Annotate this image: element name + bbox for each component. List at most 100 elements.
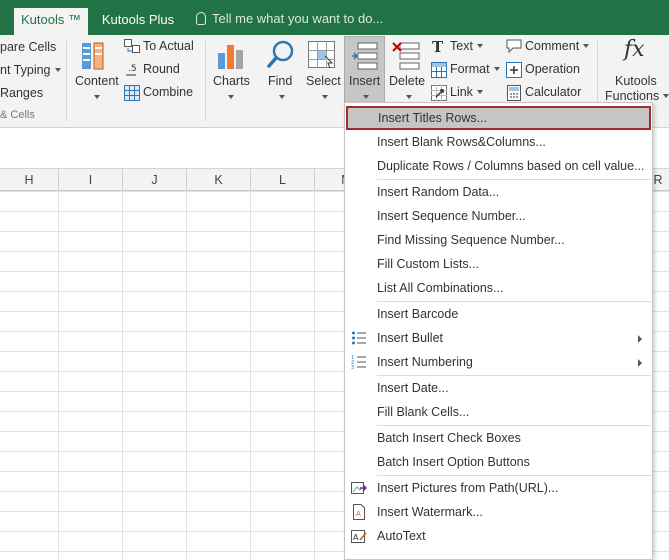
- operation-icon: [506, 62, 522, 78]
- menu-item-insert-random-data[interactable]: Insert Random Data...: [345, 180, 652, 204]
- ribbon-separator: [66, 41, 67, 121]
- chevron-down-icon: [663, 94, 669, 98]
- comment-icon: [506, 39, 522, 54]
- menu-item-autotext[interactable]: A AutoText: [345, 524, 652, 548]
- kutools-functions-label: Functions: [605, 89, 669, 103]
- round-button[interactable]: Round: [143, 62, 180, 76]
- menu-item-label: Insert Numbering: [377, 355, 473, 369]
- svg-text:A: A: [353, 533, 359, 542]
- tell-me-search[interactable]: Tell me what you want to do...: [196, 11, 383, 26]
- ranges-button[interactable]: Ranges: [0, 86, 43, 100]
- combine-button[interactable]: Combine: [143, 85, 193, 99]
- chevron-down-icon: [322, 95, 328, 99]
- group-label-ranges-cells: & Cells: [0, 109, 35, 121]
- picture-icon: [351, 480, 368, 496]
- menu-item-insert-blank-rows-columns[interactable]: Insert Blank Rows&Columns...: [345, 130, 652, 154]
- content-icon: [81, 41, 111, 71]
- chevron-down-icon: [363, 95, 369, 99]
- menu-item-insert-titles-rows[interactable]: Insert Titles Rows...: [346, 106, 651, 130]
- calculator-button[interactable]: Calculator: [525, 85, 581, 99]
- menu-item-label: AutoText: [377, 529, 426, 543]
- to-actual-icon: [124, 39, 140, 53]
- charts-button[interactable]: Charts: [213, 74, 250, 88]
- menu-item-duplicate-rows-columns[interactable]: Duplicate Rows / Columns based on cell v…: [345, 154, 652, 178]
- text-icon: T: [432, 38, 446, 56]
- menu-item-label: Insert Watermark...: [377, 505, 483, 519]
- fx-icon: fx: [624, 37, 645, 62]
- delete-button[interactable]: Delete: [389, 74, 425, 88]
- watermark-icon: A: [351, 504, 367, 520]
- menu-item-fill-blank-cells[interactable]: Fill Blank Cells...: [345, 400, 652, 424]
- round-icon: .5: [124, 62, 140, 78]
- comment-button[interactable]: Comment: [525, 39, 590, 53]
- menu-item-label: Insert Bullet: [377, 331, 444, 345]
- delete-icon: [392, 40, 422, 70]
- tell-me-text: Tell me what you want to do...: [212, 11, 384, 26]
- svg-text:T: T: [432, 39, 444, 53]
- ribbon-tab-bar: Kutools ™ Kutools Plus Tell me what you …: [0, 0, 669, 35]
- format-icon: [431, 62, 447, 78]
- menu-item-insert-watermark[interactable]: A Insert Watermark...: [345, 500, 652, 524]
- menu-item-list-all-combinations[interactable]: List All Combinations...: [345, 276, 652, 300]
- find-magnifier-icon: [266, 39, 296, 71]
- select-button[interactable]: Select: [306, 74, 341, 88]
- prevent-typing-button[interactable]: nt Typing: [0, 63, 61, 77]
- menu-item-insert-numbering[interactable]: 123 Insert Numbering: [345, 350, 652, 374]
- gridline: [58, 191, 59, 560]
- chevron-right-icon: [638, 335, 642, 343]
- find-button[interactable]: Find: [268, 74, 292, 88]
- gridline: [122, 191, 123, 560]
- menu-item-batch-insert-option-buttons[interactable]: Batch Insert Option Buttons: [345, 450, 652, 474]
- chevron-down-icon: [94, 95, 100, 99]
- gridline: [250, 191, 251, 560]
- menu-item-insert-sequence-number[interactable]: Insert Sequence Number...: [345, 204, 652, 228]
- charts-icon: [216, 41, 246, 71]
- menu-item-insert-pictures-from-path[interactable]: Insert Pictures from Path(URL)...: [345, 476, 652, 500]
- column-header[interactable]: J: [123, 169, 187, 191]
- autotext-icon: A: [351, 528, 367, 544]
- chevron-down-icon: [476, 44, 483, 48]
- kutools-functions-button[interactable]: Kutools: [615, 74, 657, 88]
- content-button[interactable]: Content: [75, 74, 119, 88]
- gridline: [314, 191, 315, 560]
- gridline: [186, 191, 187, 560]
- chevron-down-icon: [406, 95, 412, 99]
- link-button[interactable]: Link: [450, 85, 483, 99]
- operation-button[interactable]: Operation: [525, 62, 580, 76]
- calculator-icon: [507, 85, 521, 101]
- tab-kutools[interactable]: Kutools ™: [14, 8, 88, 35]
- insert-dropdown-menu: Insert Titles Rows... Insert Blank Rows&…: [344, 102, 653, 560]
- menu-item-fill-custom-lists[interactable]: Fill Custom Lists...: [345, 252, 652, 276]
- chevron-right-icon: [638, 359, 642, 367]
- column-header[interactable]: H: [0, 169, 59, 191]
- menu-item-insert-barcode[interactable]: Insert Barcode: [345, 302, 652, 326]
- svg-text:.5: .5: [128, 64, 137, 74]
- bullet-list-icon: [351, 330, 367, 346]
- svg-text:A: A: [356, 510, 361, 518]
- lightbulb-icon: [196, 12, 206, 25]
- menu-item-insert-bullet[interactable]: Insert Bullet: [345, 326, 652, 350]
- menu-item-batch-insert-check-boxes[interactable]: Batch Insert Check Boxes: [345, 426, 652, 450]
- text-button[interactable]: Text: [450, 39, 483, 53]
- select-icon: [307, 40, 337, 70]
- format-button[interactable]: Format: [450, 62, 500, 76]
- to-actual-button[interactable]: To Actual: [143, 39, 194, 53]
- menu-item-label: Insert Pictures from Path(URL)...: [377, 481, 559, 495]
- column-header[interactable]: I: [59, 169, 123, 191]
- insert-label: Insert: [349, 74, 381, 88]
- insert-button[interactable]: Insert: [344, 36, 385, 106]
- chevron-down-icon: [279, 95, 285, 99]
- insert-rows-icon: [351, 41, 379, 71]
- compare-cells-button[interactable]: pare Cells: [0, 40, 56, 54]
- link-icon: [431, 85, 447, 101]
- column-header[interactable]: L: [251, 169, 315, 191]
- menu-item-find-missing-sequence[interactable]: Find Missing Sequence Number...: [345, 228, 652, 252]
- tab-kutools-plus[interactable]: Kutools Plus: [96, 8, 180, 35]
- svg-text:3: 3: [351, 365, 354, 370]
- ribbon-separator: [205, 41, 206, 121]
- menu-item-insert-date[interactable]: Insert Date...: [345, 376, 652, 400]
- column-header[interactable]: K: [187, 169, 251, 191]
- combine-icon: [124, 85, 140, 101]
- numbered-list-icon: 123: [351, 354, 367, 371]
- chevron-down-icon: [476, 90, 483, 94]
